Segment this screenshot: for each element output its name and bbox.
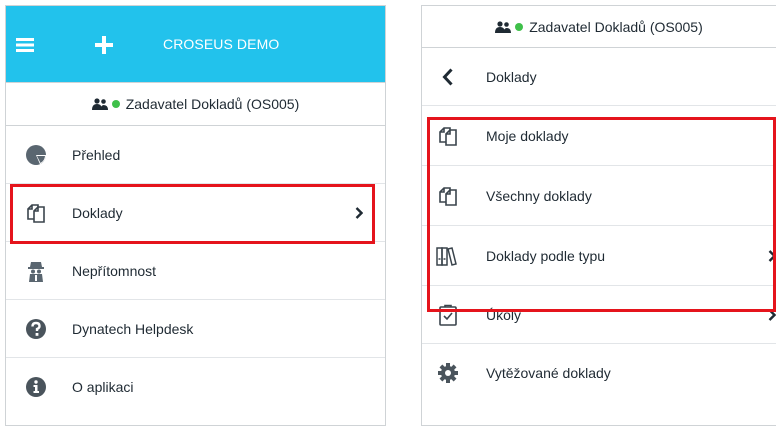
hamburger-menu-button[interactable]	[12, 32, 38, 58]
pie-chart-icon	[24, 143, 48, 167]
documents-icon	[436, 184, 460, 208]
menu-item-label: Doklady	[72, 204, 123, 221]
online-status-dot	[111, 100, 120, 108]
menu-item-doklady[interactable]: Doklady	[6, 184, 385, 242]
submenu-item-label: Doklady podle typu	[486, 247, 606, 264]
gear-icon	[436, 361, 460, 385]
chevron-right-icon	[768, 308, 776, 321]
submenu-item-label: Vytěžované doklady	[486, 365, 611, 381]
chevron-left-icon	[436, 65, 460, 89]
menu-item-label: Dynatech Helpdesk	[72, 320, 194, 337]
current-user-bar[interactable]: Zadavatel Dokladů (OS005)	[422, 6, 776, 48]
back-label: Doklady	[486, 68, 537, 85]
submenu-item-label: Moje doklady	[486, 127, 569, 144]
menu-item-o-aplikaci[interactable]: O aplikaci	[6, 358, 385, 416]
menu-item-label: Nepřítomnost	[72, 262, 157, 279]
help-icon	[24, 317, 48, 341]
current-user-bar[interactable]: Zadavatel Dokladů (OS005)	[6, 82, 385, 126]
menu-item-label: O aplikaci	[72, 379, 134, 395]
users-icon	[91, 98, 108, 110]
submenu-item-label: Úkoly	[486, 306, 522, 323]
app-title: CROSEUS DEMO	[163, 36, 280, 52]
info-icon	[24, 375, 48, 399]
chevron-right-icon	[768, 249, 776, 262]
documents-icon	[436, 124, 460, 148]
user-label: Zadavatel Dokladů (OS005)	[125, 96, 300, 112]
app-header: CROSEUS DEMO	[6, 6, 385, 82]
submenu-item-ukoly[interactable]: Úkoly	[422, 286, 776, 344]
submenu-item-vsechny-doklady[interactable]: Všechny doklady	[422, 166, 776, 226]
submenu-item-moje-doklady[interactable]: Moje doklady	[422, 106, 776, 166]
submenu-item-label: Všechny doklady	[486, 187, 592, 204]
chevron-right-icon	[355, 206, 363, 219]
menu-item-prehled[interactable]: Přehled	[6, 126, 385, 184]
menu-item-nepritomnost[interactable]: Nepřítomnost	[6, 242, 385, 300]
back-button[interactable]: Doklady	[422, 48, 776, 106]
online-status-dot	[515, 22, 524, 31]
add-button[interactable]	[91, 32, 117, 58]
documents-icon	[24, 201, 48, 225]
users-icon	[495, 20, 512, 33]
menu-item-helpdesk[interactable]: Dynatech Helpdesk	[6, 300, 385, 358]
absence-icon	[24, 259, 48, 283]
submenu-item-vytezovane-doklady[interactable]: Vytěžované doklady	[422, 344, 776, 402]
plus-icon	[95, 36, 113, 54]
binders-icon	[436, 244, 460, 268]
clipboard-check-icon	[436, 303, 460, 327]
menu-item-label: Přehled	[72, 146, 121, 163]
main-menu-panel: CROSEUS DEMO Zadavatel Dokladů (OS005) P…	[5, 5, 386, 426]
user-label: Zadavatel Dokladů (OS005)	[529, 18, 703, 35]
hamburger-icon	[16, 38, 34, 52]
submenu-item-doklady-podle-typu[interactable]: Doklady podle typu	[422, 226, 776, 286]
documents-submenu-panel: Zadavatel Dokladů (OS005) Doklady Moje d…	[421, 5, 776, 426]
